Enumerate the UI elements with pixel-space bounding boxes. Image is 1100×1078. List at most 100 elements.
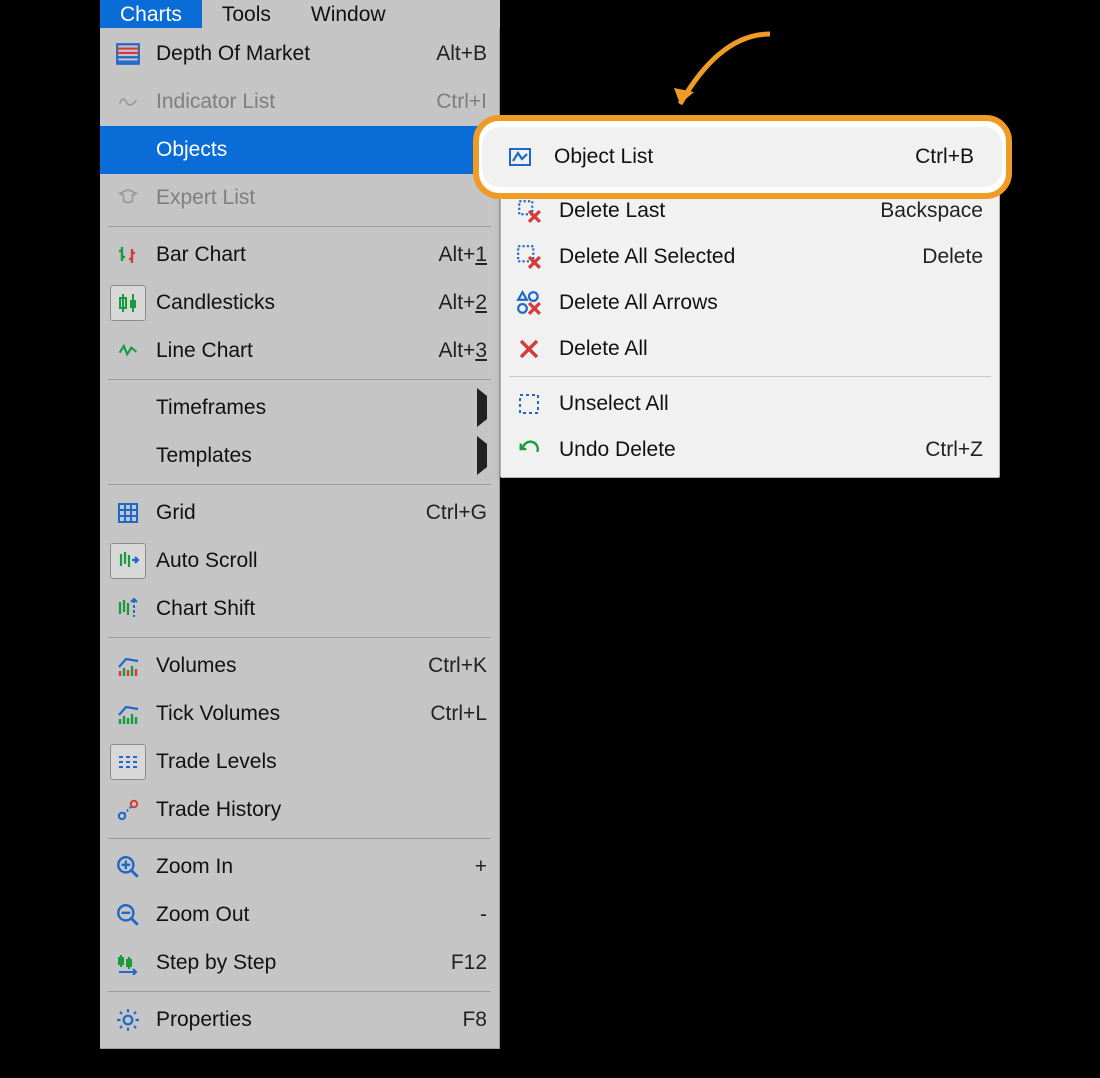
menu-item-chart-shift[interactable]: Chart Shift: [100, 585, 499, 633]
submenu-item-unselect-all[interactable]: Unselect All: [501, 381, 999, 427]
submenu-item-undo-delete[interactable]: Undo Delete Ctrl+Z: [501, 427, 999, 473]
menu-separator: [509, 376, 991, 377]
menu-label: Indicator List: [156, 90, 436, 114]
delete-all-arrows-icon: [513, 287, 545, 319]
undo-delete-icon: [513, 434, 545, 466]
menu-item-properties[interactable]: Properties F8: [100, 996, 499, 1044]
charts-dropdown: Depth Of Market Alt+B Indicator List Ctr…: [100, 28, 500, 1049]
menu-label: Grid: [156, 501, 426, 525]
menu-label: Templates: [110, 444, 477, 468]
menu-shortcut: Alt+3: [439, 339, 487, 363]
menu-item-auto-scroll[interactable]: Auto Scroll: [100, 537, 499, 585]
chart-shift-icon: [110, 591, 146, 627]
delete-all-selected-icon: [513, 241, 545, 273]
menu-shortcut: F8: [462, 1008, 487, 1032]
menu-label: Trade History: [156, 798, 487, 822]
menu-item-zoom-in[interactable]: Zoom In +: [100, 843, 499, 891]
menu-label: Delete All Selected: [559, 245, 922, 269]
menu-item-zoom-out[interactable]: Zoom Out -: [100, 891, 499, 939]
menu-label: Chart Shift: [156, 597, 487, 621]
submenu-item-delete-all[interactable]: Delete All: [501, 326, 999, 372]
menu-separator: [108, 637, 491, 638]
menu-separator: [509, 183, 991, 184]
menu-shortcut: Backspace: [880, 199, 983, 223]
menu-item-templates[interactable]: Templates: [100, 432, 499, 480]
tick-volumes-icon: [110, 696, 146, 732]
menu-label: Delete All: [559, 337, 983, 361]
menu-item-bar-chart[interactable]: Bar Chart Alt+1: [100, 231, 499, 279]
menu-shortcut: F12: [451, 951, 487, 975]
menu-label: Volumes: [156, 654, 428, 678]
unselect-all-icon: [513, 388, 545, 420]
trade-history-icon: [110, 792, 146, 828]
line-chart-icon: [110, 333, 146, 369]
menu-label: Expert List: [156, 186, 487, 210]
menu-item-trade-levels[interactable]: Trade Levels: [100, 738, 499, 786]
submenu-arrow-icon: [477, 444, 487, 468]
menu-shortcut: +: [475, 855, 487, 879]
menu-label: Delete Last: [559, 199, 880, 223]
submenu-item-delete-all-arrows[interactable]: Delete All Arrows: [501, 280, 999, 326]
trade-levels-icon: [110, 744, 146, 780]
menu-shortcut: Alt+B: [436, 42, 487, 66]
properties-icon: [110, 1002, 146, 1038]
menu-label: Tick Volumes: [156, 702, 430, 726]
menu-item-tick-volumes[interactable]: Tick Volumes Ctrl+L: [100, 690, 499, 738]
annotation-arrow-icon: [660, 24, 780, 124]
menu-item-trade-history[interactable]: Trade History: [100, 786, 499, 834]
menu-label: Line Chart: [156, 339, 439, 363]
menu-label: Undo Delete: [559, 438, 925, 462]
menu-label: Properties: [156, 1008, 462, 1032]
menu-item-line-chart[interactable]: Line Chart Alt+3: [100, 327, 499, 375]
menu-label: Delete All Arrows: [559, 291, 983, 315]
menu-label: Trade Levels: [156, 750, 487, 774]
menu-item-expert-list[interactable]: Expert List: [100, 174, 499, 222]
menu-separator: [108, 379, 491, 380]
depth-of-market-icon: [110, 36, 146, 72]
menu-item-grid[interactable]: Grid Ctrl+G: [100, 489, 499, 537]
delete-all-icon: [513, 333, 545, 365]
menubar-item-charts[interactable]: Charts: [100, 0, 202, 28]
menu-item-volumes[interactable]: Volumes Ctrl+K: [100, 642, 499, 690]
menu-item-timeframes[interactable]: Timeframes: [100, 384, 499, 432]
candlesticks-icon: [110, 285, 146, 321]
menu-shortcut: Ctrl+K: [428, 654, 487, 678]
volumes-icon: [110, 648, 146, 684]
menu-separator: [108, 226, 491, 227]
menu-item-objects[interactable]: Objects: [100, 126, 499, 174]
expert-list-icon: [110, 180, 146, 216]
menubar-item-tools[interactable]: Tools: [202, 0, 291, 28]
submenu-arrow-icon: [477, 138, 487, 162]
menu-separator: [108, 838, 491, 839]
step-by-step-icon: [110, 945, 146, 981]
menu-label: Timeframes: [110, 396, 477, 420]
submenu-arrow-icon: [477, 396, 487, 420]
bar-chart-icon: [110, 237, 146, 273]
menu-shortcut: Ctrl+I: [436, 90, 487, 114]
menu-label: Step by Step: [156, 951, 451, 975]
menu-shortcut: Ctrl+G: [426, 501, 487, 525]
grid-icon: [110, 495, 146, 531]
menubar: Charts Tools Window: [100, 0, 500, 28]
menu-label: Unselect All: [559, 392, 983, 416]
menubar-item-window[interactable]: Window: [291, 0, 406, 28]
menu-item-indicator-list[interactable]: Indicator List Ctrl+I: [100, 78, 499, 126]
menu-shortcut: Delete: [922, 245, 983, 269]
menu-label: Zoom In: [156, 855, 475, 879]
menu-item-candlesticks[interactable]: Candlesticks Alt+2: [100, 279, 499, 327]
menu-shortcut: Ctrl+Z: [925, 438, 983, 462]
submenu-item-delete-all-selected[interactable]: Delete All Selected Delete: [501, 234, 999, 280]
menu-shortcut: Ctrl+L: [430, 702, 487, 726]
submenu-item-delete-last[interactable]: Delete Last Backspace: [501, 188, 999, 234]
menu-label: Depth Of Market: [156, 42, 436, 66]
menu-shortcut: -: [480, 903, 487, 927]
menu-label: Zoom Out: [156, 903, 480, 927]
auto-scroll-icon: [110, 543, 146, 579]
menu-label: Auto Scroll: [156, 549, 487, 573]
menu-item-step-by-step[interactable]: Step by Step F12: [100, 939, 499, 987]
menu-item-depth-of-market[interactable]: Depth Of Market Alt+B: [100, 30, 499, 78]
zoom-out-icon: [110, 897, 146, 933]
delete-last-icon: [513, 195, 545, 227]
menu-separator: [108, 484, 491, 485]
indicator-list-icon: [110, 84, 146, 120]
